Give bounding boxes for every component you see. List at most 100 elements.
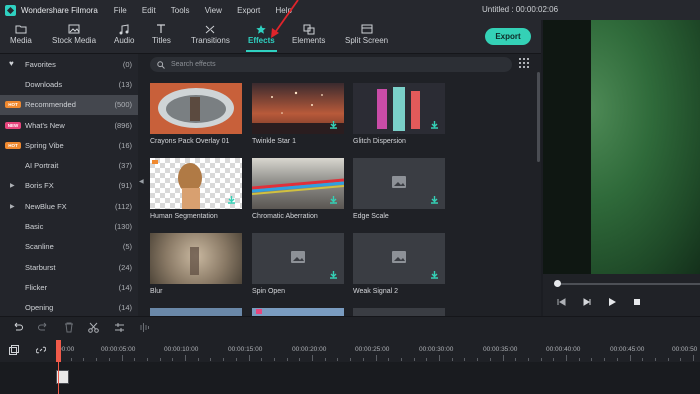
download-icon[interactable] [430,195,439,204]
sidebar-item-ai-portrait[interactable]: AI Portrait (37) [0,155,138,175]
tab-audio-label: Audio [114,36,135,45]
timeline-ruler[interactable]: 00:00 00:00:05:00 00:00:10:00 00:00:15:0… [0,338,700,362]
sidebar-item-spring-vibe[interactable]: HOT Spring Vibe (16) [0,135,138,155]
audio-mixer-icon[interactable] [139,322,150,333]
effect-card-partial[interactable] [353,308,445,316]
ruler-tick [515,358,517,361]
add-track-icon[interactable] [9,345,19,355]
menu-tools[interactable]: Tools [171,6,190,15]
project-title: Untitled : 00:00:02:06 [482,5,559,14]
heart-icon: ♥ [9,59,14,68]
effect-card-glitch-dispersion[interactable]: Glitch Dispersion [353,83,445,145]
annotation-arrow-icon [271,0,299,38]
sidebar-item-count: (130) [114,222,132,232]
menu-export[interactable]: Export [237,6,260,15]
effect-card-human-segmentation[interactable]: Human Segmentation [150,158,242,220]
download-icon[interactable] [329,270,338,279]
effect-name: Blur [150,288,163,295]
music-note-icon [119,22,129,36]
playhead-line[interactable] [58,340,59,394]
play-icon[interactable] [608,298,616,306]
cut-icon[interactable] [88,322,99,333]
ruler-tick [616,358,618,361]
ruler-label: 00:00:40:00 [546,346,581,353]
tab-split-screen[interactable]: Split Screen [345,22,388,45]
download-icon[interactable] [329,195,338,204]
effect-thumbnail [150,158,242,209]
effect-card-crayons-pack-overlay[interactable]: Crayons Pack Overlay 01 [150,83,242,145]
download-icon[interactable] [329,120,338,129]
menu-view[interactable]: View [205,6,222,15]
search-input[interactable]: Search effects [171,61,216,68]
tab-media-label: Media [10,36,32,45]
download-icon[interactable] [227,195,236,204]
menu-file[interactable]: File [114,6,127,15]
sidebar-item-downloads[interactable]: Downloads (13) [0,74,138,94]
sidebar-item-count: (5) [122,242,132,252]
ruler-tick [223,358,225,361]
expand-arrow-icon[interactable]: ▶ [10,182,15,189]
sidebar-item-opening[interactable]: Opening (14) [0,298,138,316]
ruler-tick [210,358,212,361]
stop-icon[interactable] [633,298,641,306]
effect-card-weak-signal[interactable]: Weak Signal 2 [353,233,445,295]
tab-audio[interactable]: Audio [114,22,134,45]
tab-transitions[interactable]: Transitions [191,22,230,45]
delete-icon[interactable] [64,322,74,333]
download-icon[interactable] [430,270,439,279]
expand-arrow-icon[interactable]: ▶ [10,203,15,210]
export-button[interactable]: Export [485,28,531,45]
ruler-tick [566,355,567,361]
ruler-tick [337,358,339,361]
effect-card-twinkle-star[interactable]: Twinkle Star 1 [252,83,344,145]
effect-card-partial[interactable] [150,308,242,316]
ruler-tick [642,358,644,361]
sidebar-item-boris-fx[interactable]: ▶ Boris FX (91) [0,176,138,196]
play-pause-icon[interactable] [583,298,592,306]
effect-thumbnail [353,83,445,134]
link-icon[interactable] [36,345,46,355]
ruler-label: 00:00:10:00 [164,346,199,353]
effect-card-spin-open[interactable]: Spin Open [252,233,344,295]
filmora-logo-icon [5,4,16,16]
sidebar-item-newblue-fx[interactable]: ▶ NewBlue FX (112) [0,196,138,216]
menu-edit[interactable]: Edit [142,6,156,15]
sidebar-item-count: (14) [118,303,132,313]
preview-seek-bar[interactable] [554,280,700,287]
sidebar-item-favorites[interactable]: ♥ Favorites (0) [0,54,138,74]
sidebar-item-label: Basic [25,222,44,232]
timeline-tracks[interactable] [0,362,700,394]
effect-card-blur[interactable]: Blur [150,233,242,295]
sidebar-item-count: (500) [114,100,132,110]
redo-icon[interactable] [38,322,49,332]
undo-icon[interactable] [12,322,23,332]
search-box[interactable]: Search effects [150,57,512,72]
effects-scrollbar[interactable] [537,72,540,162]
sidebar-collapse-toggle[interactable]: ◀ [138,54,145,316]
effect-name: Human Segmentation [150,213,218,220]
sidebar-item-whats-new[interactable]: NEW What's New (896) [0,115,138,135]
effect-thumbnail [252,233,344,284]
sidebar-item-basic[interactable]: Basic (130) [0,216,138,236]
sidebar-item-flicker[interactable]: Flicker (14) [0,277,138,297]
download-icon[interactable] [430,120,439,129]
sidebar-item-starburst[interactable]: Starburst (24) [0,257,138,277]
effect-card-edge-scale[interactable]: Edge Scale [353,158,445,220]
tab-media[interactable]: Media [10,22,32,45]
effect-name: Glitch Dispersion [353,138,406,145]
effect-name: Twinkle Star 1 [252,138,296,145]
sidebar-item-scanline[interactable]: Scanline (5) [0,237,138,257]
tab-titles[interactable]: Titles [152,22,171,45]
effect-card-partial[interactable] [252,308,344,316]
previous-frame-icon[interactable] [557,298,566,306]
active-tab-underline [246,50,277,52]
ruler-tick [527,358,529,361]
sidebar-item-count: (112) [115,201,132,211]
ruler-label: 00:00:25:00 [355,346,390,353]
tab-stock-media[interactable]: Stock Media [52,22,96,45]
sidebar-item-recommended[interactable]: HOT Recommended (500) [0,94,138,115]
adjust-icon[interactable] [114,322,125,333]
seek-handle[interactable] [554,280,561,287]
effect-card-chromatic-aberration[interactable]: Chromatic Aberration [252,158,344,220]
grid-view-icon[interactable] [519,58,529,68]
